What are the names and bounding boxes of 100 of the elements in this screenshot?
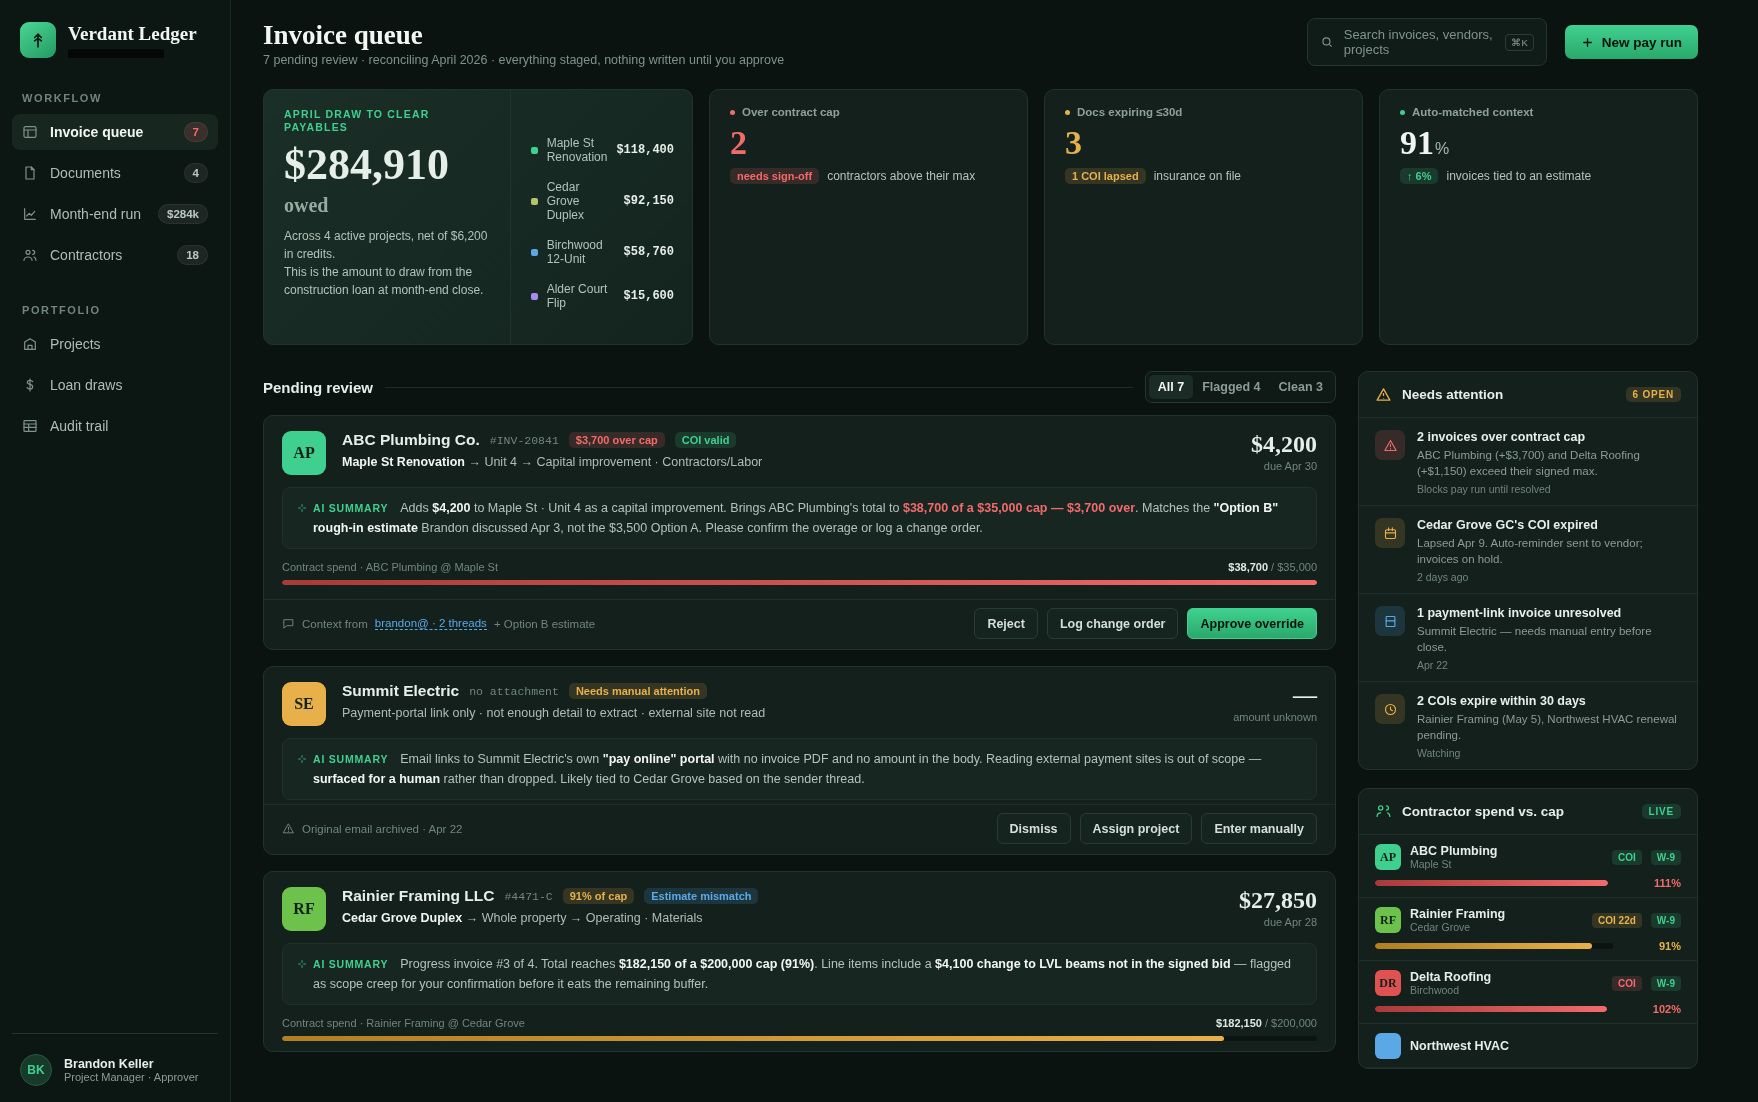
draw-note: This is the amount to draw from the construction loan at month-end close. [284,264,485,299]
sparkle-icon [297,754,307,764]
layout-icon [22,418,38,434]
building-icon [22,336,38,352]
attention-item[interactable]: 1 payment-link invoice unresolved Summit Electric — needs manual entry before close. Apr 22 [1359,594,1697,682]
project-name: Birchwood 12-Unit [546,238,604,266]
action-button[interactable]: Dismiss [996,813,1071,844]
calendar-icon [1382,525,1398,541]
contractor-name: Rainier Framing [1410,907,1507,921]
summary-text: AI SUMMARY Progress invoice #3 of 4. Total reaches $182,150 of a $200,000 cap (91%). Line items include a $4,100 change to LVL beams not in the signed bid — flagged as scope creep for your confirmation before it eats the remaining buffer. [313,956,1292,993]
project-name: Maple St Renovation [546,136,608,164]
count-badge: 7 [183,122,208,142]
search-icon [1319,35,1334,49]
filter-tab[interactable]: Flagged 4 [1193,375,1270,399]
filter-tab[interactable]: All 7 [1148,375,1194,399]
nav-item[interactable]: Invoice queue 7 [12,114,218,150]
cap-percent: 91% [1658,940,1681,952]
tree-logo-icon [20,22,56,58]
cap-percent: 102% [1652,1003,1681,1015]
card-icon [1382,613,1398,629]
clock-icon [1382,701,1398,717]
contractor-project: Cedar Grove [1410,921,1472,933]
attention-text: Rainier Framing (May 5), Northwest HVAC renewal pending. [1417,712,1678,743]
stat-unit: % [1435,140,1450,157]
warning-icon [1375,386,1392,403]
stat-caption: invoices tied to an estimate [1446,169,1592,183]
nav-item[interactable]: Contractors 18 [12,237,218,273]
due-date: due Apr 30 [1262,460,1317,472]
attention-title: 2 invoices over contract cap [1417,430,1587,444]
attention-text: Lapsed Apr 9. Auto-reminder sent to vendor; invoices on hold. [1417,536,1644,567]
count-badge: $284k [158,204,208,224]
spend-amount: $38,700 / $35,000 [1228,561,1317,573]
sparkle-icon [297,959,307,969]
nav-item[interactable]: Month-end run $284k [12,196,218,232]
attention-item[interactable]: Cedar Grove GC's COI expired Lapsed Apr 9. Auto-reminder sent to vendor; invoices on hold. 2 days ago [1359,506,1697,594]
due-date: amount unknown [1233,711,1317,723]
shortcut-key: ⌘K [1505,33,1534,51]
stat-value: 91 [1400,124,1434,161]
vendor-name: ABC Plumbing Co. [342,431,480,449]
attention-meta: 2 days ago [1417,571,1470,583]
project-amount: $15,600 [623,289,674,303]
action-button[interactable]: Approve override [1187,608,1317,639]
stat-label: Docs expiring ≤30d [1077,106,1183,118]
user-name: Brandon Keller [64,1057,155,1071]
nav-section-heading: WORKFLOW [21,92,103,104]
contractor-avatar: DR [1375,970,1401,996]
nav-item[interactable]: Projects [12,326,218,362]
vendor-avatar: AP [282,431,326,475]
nav-label: Invoice queue [50,123,145,141]
nav-item[interactable]: Loan draws [12,367,218,403]
table-icon [22,124,38,140]
contractor-avatar: AP [1375,844,1401,870]
spend-label: Contract spend · Rainier Framing @ Cedar Grove [282,1017,525,1029]
new-pay-run-button[interactable]: New pay run [1564,25,1698,59]
contractor-name: Delta Roofing [1410,970,1493,984]
nav-item[interactable]: Documents 4 [12,155,218,191]
warning-icon [282,822,295,835]
people-icon [22,247,38,263]
vendor-name: Rainier Framing LLC [342,887,495,905]
nav-label: Loan draws [50,376,124,394]
project-amount: $92,150 [623,194,674,208]
summary-text: AI SUMMARY Adds $4,200 to Maple St · Unit 4 as a capital improvement. Brings ABC Plumbing's total to $38,700 of a $35,000 cap — $3,700 over. Matches the "Option B" rough-in estimate Brandon discussed Apr 3, not the $3,500 Option A. Please confirm the overage or log a change order. [313,500,1280,537]
amount-suffix: owed [284,194,330,217]
chat-icon [282,617,295,630]
status-dot [1400,109,1405,115]
contractor-name: Northwest HVAC [1410,1039,1511,1053]
contractor-avatar: RF [1375,907,1401,933]
status-tag: 91% of cap [562,888,635,904]
nav-label: Projects [50,335,102,353]
action-button[interactable]: Log change order [1046,608,1179,639]
attention-item[interactable]: 2 invoices over contract cap ABC Plumbing (+$3,700) and Delta Roofing (+$1,150) exceed their signed max. Blocks pay run until resolved [1359,418,1697,506]
nav-item[interactable]: Audit trail [12,408,218,444]
document-icon [22,165,38,181]
stat-label: Over contract cap [742,106,840,118]
context-text: Context from [302,617,368,630]
status-tag: Needs manual attention [568,683,707,699]
user-role: Project Manager · Approver [64,1071,199,1083]
action-button[interactable]: Reject [974,608,1038,639]
document-badge: W-9 [1650,975,1681,991]
spend-amount: $182,150 / $200,000 [1216,1017,1317,1029]
nav-label: Contractors [50,246,124,264]
invoice-route: Maple St Renovation → Unit 4 → Capital improvement · Contractors/Labor [342,455,764,469]
stat-badge: ↑ 6% [1400,168,1439,184]
attention-meta: Blocks pay run until resolved [1417,483,1552,495]
invoice-ref: #INV-20841 [489,433,559,447]
attention-item[interactable]: 2 COIs expire within 30 days Rainier Framing (May 5), Northwest HVAC renewal pending. Watching [1359,682,1697,769]
section-title: Pending review [263,378,374,396]
status-dot [1065,109,1070,115]
user-avatar[interactable]: BK [20,1054,52,1086]
threads-link[interactable]: brandon@ · 2 threads [374,617,487,630]
stat-caption: contractors above their max [827,169,976,183]
live-badge: LIVE [1641,804,1681,819]
nav-label: Documents [50,164,122,182]
attention-title: 1 payment-link invoice unresolved [1417,606,1623,620]
action-button[interactable]: Assign project [1079,813,1193,844]
action-button[interactable]: Enter manually [1201,813,1317,844]
filter-tab[interactable]: Clean 3 [1269,375,1332,399]
status-dot [730,109,735,115]
search-field[interactable]: Search invoices, vendors, projects ⌘K [1306,18,1547,66]
invoice-route: Payment-portal link only · not enough detail to extract · external site not read [342,706,767,720]
